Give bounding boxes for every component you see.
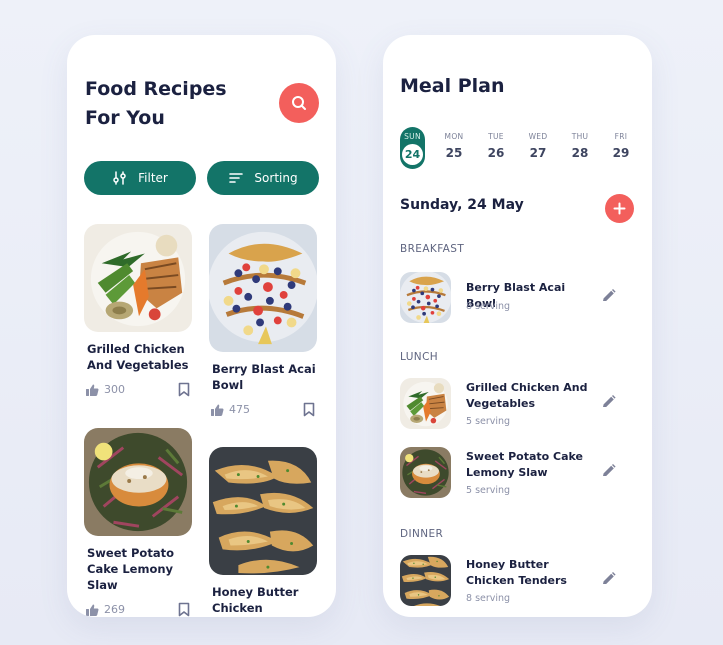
recipe-image [209,447,317,575]
recipe-card[interactable]: Sweet Potato Cake Lemony Slaw 269 [84,428,194,617]
day-thu[interactable]: THU 28 [566,127,594,160]
day-tue[interactable]: TUE 26 [482,127,510,160]
meal-serving: 5 serving [466,485,511,496]
section-dinner-label: DINNER [400,528,444,540]
section-breakfast-label: BREAKFAST [400,243,465,255]
search-icon [292,96,306,110]
day-sun[interactable]: SUN 24 [400,127,425,169]
meal-serving: 5 serving [466,416,511,427]
day-mon[interactable]: MON 25 [440,127,468,160]
meal-image [400,272,451,323]
recipe-title: Honey Butter Chicken Tenders [212,585,299,615]
recipe-card[interactable]: Berry Blast Acai Bowl 475 [209,224,319,417]
bookmark-icon[interactable] [303,402,315,417]
recipe-title: Berry Blast Acai Bowl [212,362,316,392]
meal-item[interactable]: Berry Blast Acai Bowl 8 serving [400,272,635,324]
likes-value: 269 [104,603,125,616]
sorting-button[interactable]: Sorting [207,161,319,195]
meal-serving: 8 serving [466,593,511,604]
sort-icon [229,173,244,183]
meal-serving: 8 serving [466,301,511,312]
meal-name: Honey Butter Chicken Tenders [466,558,567,587]
page-title: Meal Plan [400,75,505,97]
recipe-card[interactable]: Grilled Chicken And Vegetables 300 [84,224,194,397]
day-selector: SUN 24 MON 25 TUE 26 WED 27 THU 28 FRI 2… [397,127,637,171]
bookmark-icon[interactable] [178,602,190,617]
section-lunch-label: LUNCH [400,351,439,363]
filter-label: Filter [138,171,168,185]
meal-image [400,447,451,498]
recipe-title: Grilled Chicken And Vegetables [87,342,189,372]
likes-value: 475 [229,403,250,416]
meal-name: Sweet Potato Cake Lemony Slaw [466,450,584,479]
pencil-icon[interactable] [600,463,617,480]
filter-button[interactable]: Filter [84,161,196,195]
thumbs-up-icon [211,404,224,416]
recipe-card[interactable]: Honey Butter Chicken Tenders [209,447,319,617]
bookmark-icon[interactable] [178,382,190,397]
likes-value: 300 [104,383,125,396]
search-button[interactable] [279,83,319,123]
thumbs-up-icon [86,384,99,396]
likes-count[interactable]: 475 [211,403,250,416]
meal-image [400,555,451,606]
recipe-image [209,224,317,352]
plus-icon [613,202,626,215]
sorting-label: Sorting [254,171,298,185]
day-wed[interactable]: WED 27 [524,127,552,160]
recipe-image [84,428,192,536]
filter-icon [113,171,126,185]
pencil-icon[interactable] [600,571,617,588]
add-meal-button[interactable] [605,194,634,223]
day-fri[interactable]: FRI 29 [607,127,635,160]
recipe-image [84,224,192,332]
pencil-icon[interactable] [600,394,617,411]
selected-date-heading: Sunday, 24 May [400,197,524,213]
meal-item[interactable]: Honey Butter Chicken Tenders 8 serving [400,555,635,607]
pencil-icon[interactable] [600,288,617,305]
meal-image [400,378,451,429]
recipe-title: Sweet Potato Cake Lemony Slaw [87,546,174,592]
meal-item[interactable]: Grilled Chicken And Vegetables 5 serving [400,378,635,430]
meal-item[interactable]: Sweet Potato Cake Lemony Slaw 5 serving [400,447,635,499]
recipes-screen: Food Recipes For You Filter Sorting Gril… [67,35,336,617]
likes-count[interactable]: 269 [86,603,125,616]
meal-name: Grilled Chicken And Vegetables [466,381,588,410]
likes-count[interactable]: 300 [86,383,125,396]
meal-plan-screen: Meal Plan SUN 24 MON 25 TUE 26 WED 27 TH… [383,35,652,617]
page-title: Food Recipes For You [85,78,227,129]
thumbs-up-icon [86,604,99,616]
